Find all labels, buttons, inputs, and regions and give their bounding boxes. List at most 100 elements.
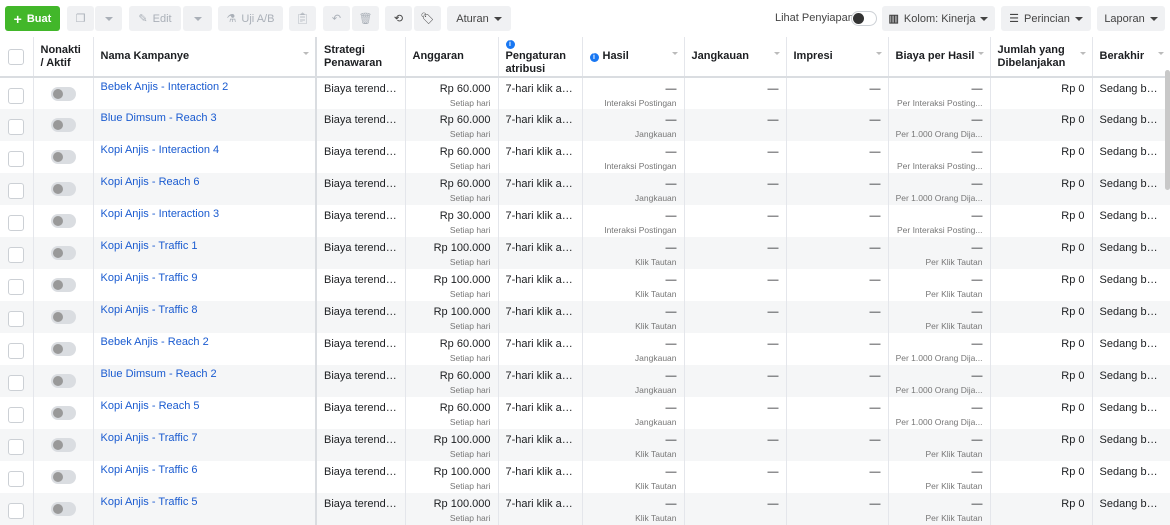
campaign-name-link[interactable]: Kopi Anjis - Traffic 5 bbox=[101, 496, 309, 508]
col-impressions[interactable]: Impresi bbox=[786, 37, 889, 78]
attribution-cell: 7-hari klik ata... bbox=[498, 109, 583, 141]
col-reach[interactable]: Jangkauan bbox=[684, 37, 787, 78]
campaign-name-link[interactable]: Bebek Anjis - Reach 2 bbox=[101, 336, 309, 348]
col-budget[interactable]: Anggaran bbox=[405, 37, 499, 78]
row-checkbox[interactable] bbox=[8, 151, 25, 167]
active-toggle[interactable] bbox=[50, 470, 76, 484]
col-amount-spent[interactable]: Jumlah yang Dibelanjakan bbox=[990, 37, 1093, 78]
vertical-scrollbar[interactable] bbox=[1165, 70, 1170, 190]
budget-cell: Rp 60.000 Setiap hari bbox=[405, 173, 499, 205]
row-checkbox[interactable] bbox=[8, 183, 25, 199]
preview-button[interactable]: ⟲ bbox=[385, 6, 412, 31]
ab-test-button[interactable]: ⚗ Uji A/B bbox=[218, 6, 283, 31]
cost-per-result-cell: — Per Klik Tautan bbox=[888, 237, 991, 269]
col-cost-per-result[interactable]: Biaya per Hasil bbox=[888, 37, 991, 78]
budget-cell: Rp 60.000 Setiap hari bbox=[405, 333, 499, 365]
plus-icon: + bbox=[13, 10, 22, 27]
row-checkbox[interactable] bbox=[8, 311, 25, 327]
campaign-name-link[interactable]: Kopi Anjis - Reach 5 bbox=[101, 400, 309, 412]
reach-cell: — bbox=[684, 109, 787, 141]
active-toggle[interactable] bbox=[50, 438, 76, 452]
row-checkbox[interactable] bbox=[8, 119, 25, 135]
row-checkbox[interactable] bbox=[8, 503, 25, 519]
active-toggle[interactable] bbox=[50, 87, 76, 101]
table-row: Kopi Anjis - Interaction 4 Biaya terendah… bbox=[0, 141, 1170, 173]
cost-per-result-cell: — Per 1.000 Orang Dija... bbox=[888, 397, 991, 429]
col-bid[interactable]: Strategi Penawaran bbox=[316, 37, 406, 78]
select-cell bbox=[0, 269, 34, 301]
campaign-name-link[interactable]: Kopi Anjis - Traffic 9 bbox=[101, 272, 309, 284]
duplicate-icon: ❐ bbox=[75, 13, 86, 25]
results-cell: — Jangkauan bbox=[582, 397, 685, 429]
campaign-name-link[interactable]: Kopi Anjis - Traffic 7 bbox=[101, 432, 309, 444]
edit-dropdown[interactable] bbox=[183, 6, 212, 31]
row-checkbox[interactable] bbox=[8, 375, 25, 391]
campaign-name-link[interactable]: Bebek Anjis - Interaction 2 bbox=[101, 81, 309, 93]
table-row: Kopi Anjis - Interaction 3 Biaya terendah… bbox=[0, 205, 1170, 237]
tag-button[interactable]: 🏷︎ bbox=[414, 6, 441, 31]
select-all-checkbox[interactable] bbox=[8, 48, 25, 65]
toggle-cell bbox=[33, 365, 94, 397]
amount-spent-cell: Rp 0 bbox=[990, 141, 1093, 173]
duplicate-button[interactable]: ❐ bbox=[67, 6, 94, 31]
active-toggle[interactable] bbox=[50, 342, 76, 356]
columns-dropdown[interactable]: ▥ Kolom: Kinerja bbox=[882, 6, 995, 31]
campaign-name-link[interactable]: Kopi Anjis - Reach 6 bbox=[101, 176, 309, 188]
undo-button[interactable]: ↶ bbox=[323, 6, 350, 31]
rules-dropdown[interactable]: Aturan bbox=[447, 6, 511, 31]
breakdown-icon: ☰ bbox=[1009, 13, 1019, 25]
col-ends[interactable]: Berakhir bbox=[1092, 37, 1170, 78]
col-attribution[interactable]: iPengaturan atribusi bbox=[498, 37, 583, 78]
reach-cell: — bbox=[684, 205, 787, 237]
budget-cell: Rp 100.000 Setiap hari bbox=[405, 493, 499, 525]
amount-spent-cell: Rp 0 bbox=[990, 173, 1093, 205]
active-toggle[interactable] bbox=[50, 374, 76, 388]
tag-icon: 🏷︎ bbox=[420, 13, 435, 25]
duplicate-dropdown[interactable] bbox=[95, 6, 122, 31]
select-cell bbox=[0, 141, 34, 173]
campaign-name-link[interactable]: Kopi Anjis - Traffic 6 bbox=[101, 464, 309, 476]
campaign-name-link[interactable]: Kopi Anjis - Traffic 8 bbox=[101, 304, 309, 316]
name-cell: Bebek Anjis - Interaction 2 bbox=[93, 77, 317, 109]
clipboard-button[interactable]: 📋︎ bbox=[289, 6, 316, 31]
breakdown-dropdown[interactable]: ☰ Perincian bbox=[1001, 6, 1091, 31]
active-toggle[interactable] bbox=[50, 118, 76, 132]
col-results[interactable]: i Hasil bbox=[582, 37, 685, 78]
active-toggle[interactable] bbox=[50, 150, 76, 164]
preview-toggle[interactable] bbox=[851, 11, 877, 26]
campaign-name-link[interactable]: Blue Dimsum - Reach 2 bbox=[101, 368, 309, 380]
active-toggle[interactable] bbox=[50, 182, 76, 196]
col-toggle[interactable]: Nonakti / Aktif bbox=[33, 37, 94, 78]
row-checkbox[interactable] bbox=[8, 407, 25, 423]
campaign-name-link[interactable]: Kopi Anjis - Interaction 3 bbox=[101, 208, 309, 220]
delete-button[interactable]: 🗑︎ bbox=[352, 6, 379, 31]
attribution-cell: 7-hari klik ata... bbox=[498, 365, 583, 397]
budget-cell: Rp 60.000 Setiap hari bbox=[405, 141, 499, 173]
active-toggle[interactable] bbox=[50, 310, 76, 324]
reach-cell: — bbox=[684, 365, 787, 397]
row-checkbox[interactable] bbox=[8, 439, 25, 455]
amount-spent-cell: Rp 0 bbox=[990, 237, 1093, 269]
campaign-name-link[interactable]: Kopi Anjis - Traffic 1 bbox=[101, 240, 309, 252]
results-cell: — Interaksi Postingan bbox=[582, 205, 685, 237]
row-checkbox[interactable] bbox=[8, 247, 25, 263]
caret-down-icon bbox=[980, 16, 989, 21]
bid-cell: Biaya terendah bbox=[316, 109, 406, 141]
active-toggle[interactable] bbox=[50, 278, 76, 292]
active-toggle[interactable] bbox=[50, 406, 76, 420]
active-toggle[interactable] bbox=[50, 246, 76, 260]
create-button[interactable]: + Buat bbox=[5, 6, 60, 31]
campaign-name-link[interactable]: Blue Dimsum - Reach 3 bbox=[101, 112, 309, 124]
col-name[interactable]: Nama Kampanye bbox=[93, 37, 317, 78]
preview-icon: ⟲ bbox=[393, 13, 404, 25]
row-checkbox[interactable] bbox=[8, 279, 25, 295]
reports-dropdown[interactable]: Laporan bbox=[1097, 6, 1165, 31]
row-checkbox[interactable] bbox=[8, 88, 25, 104]
row-checkbox[interactable] bbox=[8, 343, 25, 359]
campaign-name-link[interactable]: Kopi Anjis - Interaction 4 bbox=[101, 144, 309, 156]
row-checkbox[interactable] bbox=[8, 471, 25, 487]
active-toggle[interactable] bbox=[50, 502, 76, 516]
edit-button[interactable]: ✎ Edit bbox=[129, 6, 181, 31]
row-checkbox[interactable] bbox=[8, 215, 25, 231]
active-toggle[interactable] bbox=[50, 214, 76, 228]
